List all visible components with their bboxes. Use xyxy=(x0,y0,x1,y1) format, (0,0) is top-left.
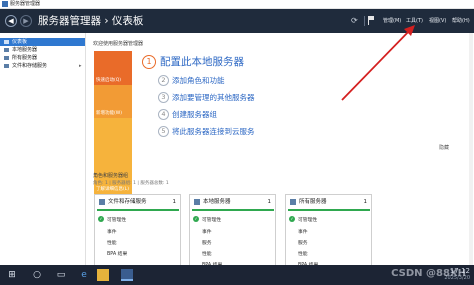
arrow-shaft xyxy=(341,27,413,101)
annotation-arrow xyxy=(341,25,415,101)
